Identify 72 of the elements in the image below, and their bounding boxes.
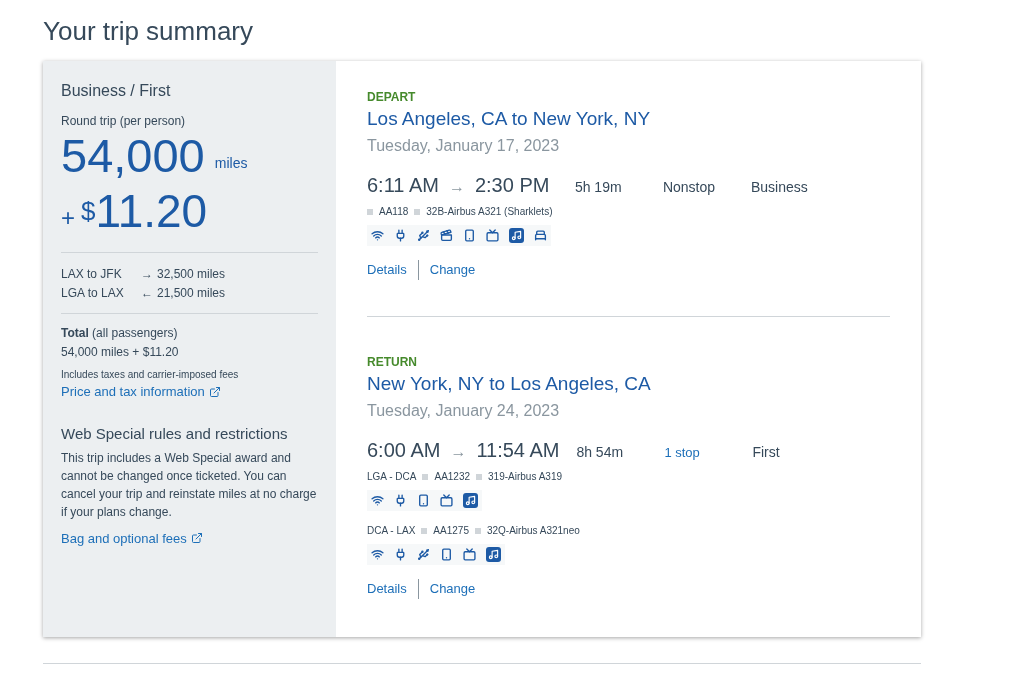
wifi-icon [371, 494, 384, 507]
stops-info: Nonstop [662, 178, 717, 197]
trip-type: Round trip (per person) [61, 113, 187, 130]
total-label: Total (all passengers) [61, 325, 179, 342]
flight-number: AA1232 [434, 470, 471, 484]
external-link-icon [208, 385, 221, 398]
flight-action-link[interactable]: Change [429, 260, 476, 280]
segment-route: LGA - DCA [367, 470, 417, 484]
cabin-class: First [752, 443, 780, 462]
phone-icon [440, 548, 453, 561]
aircraft-type: 32B-Airbus A321 (Sharklets) [426, 205, 553, 219]
rules-text: This trip includes a Web Special award and cannot be changed once ticketed. You can cancel your trip and reinstate miles at no charge if your plans change. [61, 449, 318, 521]
departure-time: 6:11 AM [367, 173, 439, 198]
miles-amount: 54,000 [61, 130, 205, 182]
flight-date: Tuesday, January 24, 2023 [367, 401, 561, 421]
flight-route: Los Angeles, CA to New York, NY [367, 107, 652, 131]
usb-icon [417, 548, 430, 561]
tv-icon [463, 548, 476, 561]
segment-route: DCA - LAX [367, 524, 416, 538]
stops-link[interactable]: 1 stop [664, 443, 753, 463]
flight-duration: 8h 54m [576, 443, 625, 462]
wifi-icon [371, 548, 384, 561]
music-icon [509, 228, 524, 243]
cabin-title: Business / First [61, 81, 172, 101]
usb-icon [417, 229, 430, 242]
miles-unit: miles [214, 154, 248, 173]
cabin-class: Business [750, 178, 808, 197]
page-title: Your trip summary [43, 15, 254, 48]
rules-title: Web Special rules and restrictions [61, 424, 289, 444]
flight-route: New York, NY to Los Angeles, CA [367, 372, 652, 396]
bag-fees-link[interactable]: Bag and optional fees [61, 528, 203, 548]
flight-action-link[interactable]: Details [367, 260, 407, 280]
direction-arrow: → [141, 266, 154, 283]
flight-direction-label: RETURN [367, 354, 418, 371]
price-info-link[interactable]: Price and tax information [61, 382, 221, 401]
time-arrow: → [448, 177, 465, 197]
flight-direction-label: DEPART [367, 89, 417, 106]
music-icon [463, 493, 478, 508]
aircraft-type: 319-Airbus A319 [488, 470, 562, 484]
flight-number: AA1275 [433, 524, 469, 538]
leg-route: LAX to JFK [61, 266, 123, 283]
currency-sign: $ [81, 196, 96, 226]
leg-miles: 21,500 miles [157, 285, 226, 302]
time-arrow: → [450, 442, 467, 462]
phone-icon [417, 494, 430, 507]
power-plug-icon [394, 494, 407, 507]
flight-action-link[interactable]: Change [429, 579, 476, 599]
wifi-icon [371, 229, 384, 242]
external-link-icon [190, 532, 203, 545]
fees-note: Includes taxes and carrier-imposed fees [61, 368, 240, 382]
bed-icon [534, 229, 547, 242]
plus-sign: + [61, 203, 75, 233]
cash-amount: 11.20 [95, 184, 208, 238]
arrival-time: 2:30 PM [474, 173, 551, 198]
direction-arrow: ← [141, 285, 154, 302]
tv-icon [486, 229, 499, 242]
flight-duration: 5h 19m [574, 178, 623, 197]
flight-action-link[interactable]: Details [367, 579, 407, 599]
phone-icon [463, 229, 476, 242]
power-plug-icon [394, 229, 407, 242]
aircraft-type: 32Q-Airbus A321neo [486, 524, 580, 538]
leg-route: LGA to LAX [61, 285, 125, 302]
tv-icon [440, 494, 453, 507]
clapperboard-icon [440, 229, 453, 242]
total-amount: 54,000 miles + $11.20 [61, 344, 180, 361]
flight-date: Tuesday, January 17, 2023 [367, 136, 561, 156]
departure-time: 6:00 AM [367, 438, 441, 463]
music-icon [486, 547, 501, 562]
power-plug-icon [394, 548, 407, 561]
flight-number: AA118 [379, 205, 409, 219]
leg-miles: 32,500 miles [157, 266, 226, 283]
arrival-time: 11:54 AM [476, 438, 561, 463]
